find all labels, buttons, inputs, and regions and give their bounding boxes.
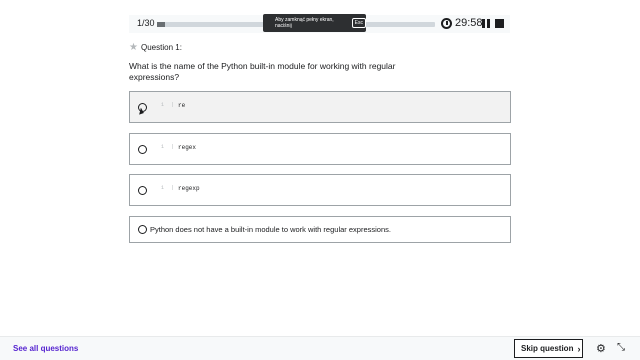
fullscreen-toast: Aby zamknąć pełny ekran, naciśnij Esc — [263, 14, 366, 32]
answer-code: re — [178, 102, 186, 109]
question-counter: 1/30 — [137, 18, 155, 28]
radio-button[interactable] — [138, 145, 147, 154]
skip-question-label: Skip question — [521, 344, 574, 353]
chevron-right-icon: › — [577, 343, 581, 354]
timer-icon — [441, 18, 452, 29]
code-line-gutter: 1 | — [161, 185, 177, 191]
answer-code: regexp — [178, 185, 200, 192]
code-line-gutter: 1 | — [161, 144, 177, 150]
code-line-gutter: 1 | — [161, 102, 177, 108]
see-all-questions-link[interactable]: See all questions — [13, 344, 78, 353]
footer-bar: See all questions Skip question › ⚙ ⤡ — [0, 336, 640, 360]
esc-key-badge: Esc — [351, 18, 366, 28]
stop-icon[interactable] — [495, 19, 504, 28]
fullscreen-toast-text: Aby zamknąć pełny ekran, naciśnij — [275, 17, 334, 29]
answer-option-3[interactable]: 1 | regexp — [129, 174, 511, 206]
answer-code: regex — [178, 144, 197, 151]
progress-fill — [157, 22, 166, 27]
radio-button[interactable] — [138, 225, 147, 234]
answer-option-2[interactable]: 1 | regex — [129, 133, 511, 165]
radio-button[interactable] — [138, 186, 147, 195]
star-icon[interactable]: ★ — [129, 42, 138, 53]
answer-option-4[interactable]: Python does not have a built-in module t… — [129, 216, 511, 243]
collapse-icon[interactable]: ⤡ — [617, 342, 625, 353]
gear-icon[interactable]: ⚙ — [596, 342, 606, 355]
pause-icon[interactable] — [482, 19, 490, 28]
skip-question-button[interactable]: Skip question › — [514, 339, 583, 358]
answer-option-1[interactable]: 1 | re — [129, 91, 511, 123]
timer: 29:58 — [455, 17, 483, 29]
answer-text: Python does not have a built-in module t… — [150, 225, 391, 234]
question-label: Question 1: — [141, 43, 182, 52]
question-text: What is the name of the Python built-in … — [129, 61, 396, 82]
